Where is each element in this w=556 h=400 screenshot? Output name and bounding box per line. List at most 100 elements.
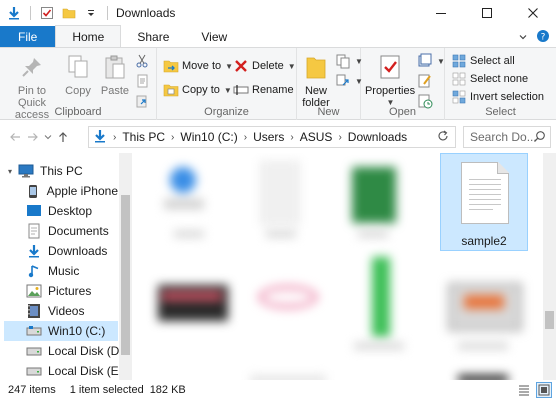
status-bar: 247 items 1 item selected 182 KB — [0, 380, 556, 400]
select-none-button[interactable]: Select none — [451, 69, 528, 89]
minimize-button[interactable] — [418, 0, 464, 26]
new-item-button[interactable]: ▼ — [335, 51, 363, 71]
open-button[interactable]: ▼ — [417, 51, 445, 71]
file-thumbnail[interactable] — [252, 275, 324, 327]
maximize-button[interactable] — [464, 0, 510, 26]
pictures-icon — [26, 283, 42, 299]
properties-button[interactable]: Properties ▼ — [365, 51, 415, 109]
properties-icon — [374, 51, 406, 83]
download-arrow-icon[interactable] — [6, 5, 22, 21]
tab-home[interactable]: Home — [55, 25, 122, 48]
file-list-scroll-thumb[interactable] — [545, 311, 554, 329]
breadcrumb-win10[interactable]: Win10 (C:) — [180, 130, 237, 144]
chevron-right-icon[interactable]: › — [171, 132, 174, 143]
sidebar-item-apple-iphone[interactable]: Apple iPhone — [26, 181, 118, 201]
copy-button[interactable]: Copy — [62, 51, 94, 97]
paste-button[interactable]: Paste — [98, 51, 132, 97]
close-button[interactable] — [510, 0, 556, 26]
file-thumbnail[interactable] — [352, 167, 396, 223]
select-all-button[interactable]: Select all — [451, 51, 515, 71]
documents-icon — [26, 223, 42, 239]
drive-icon — [26, 323, 42, 339]
rename-button[interactable]: Rename — [233, 80, 294, 100]
videos-icon — [26, 303, 42, 319]
chevron-right-icon[interactable]: › — [244, 132, 247, 143]
sidebar-item-pictures[interactable]: Pictures — [26, 281, 118, 301]
tab-file[interactable]: File — [0, 26, 56, 48]
file-label-blurred — [354, 343, 404, 349]
cut-button[interactable] — [134, 51, 150, 71]
breadcrumb-this-pc[interactable]: This PC — [122, 130, 165, 144]
open-group: Properties ▼ ▼ Open — [361, 48, 445, 120]
document-icon — [461, 162, 509, 224]
address-bar[interactable]: › This PC › Win10 (C:) › Users › ASUS › … — [88, 126, 456, 148]
sidebar-item-label: Desktop — [48, 204, 93, 218]
customize-dropdown-icon[interactable] — [83, 5, 99, 21]
details-view-icon — [519, 385, 529, 396]
help-icon[interactable]: ? — [536, 29, 550, 46]
delete-button[interactable]: Delete ▼ — [233, 56, 296, 76]
copy-path-button[interactable] — [134, 71, 150, 91]
chevron-right-icon[interactable]: › — [338, 132, 341, 143]
properties-check-icon[interactable] — [39, 5, 55, 21]
back-button[interactable] — [6, 127, 24, 147]
up-button[interactable] — [54, 127, 72, 147]
sidebar-item-documents[interactable]: Documents — [26, 221, 118, 241]
breadcrumb-asus[interactable]: ASUS — [300, 130, 333, 144]
copy-label: Copy — [65, 85, 91, 97]
sidebar-item-videos[interactable]: Videos — [26, 301, 118, 321]
search-input[interactable]: Search Do... — [463, 126, 551, 148]
tab-view[interactable]: View — [185, 26, 243, 48]
chevron-down-icon[interactable] — [518, 31, 528, 45]
sidebar-item-this-pc[interactable]: ▾ This PC — [8, 161, 118, 181]
sidebar-item-music[interactable]: Music — [26, 261, 118, 281]
invert-selection-button[interactable]: Invert selection — [451, 87, 544, 107]
refresh-button[interactable] — [437, 130, 449, 145]
large-icons-view-button[interactable] — [536, 382, 552, 398]
file-name: sample2 — [461, 234, 507, 248]
new-folder-icon — [300, 51, 332, 83]
recent-locations-button[interactable] — [42, 127, 54, 147]
edit-icon — [417, 73, 433, 89]
select-none-icon — [451, 71, 467, 87]
sidebar-item-local-disk-e[interactable]: Local Disk (E:) — [26, 361, 126, 380]
file-list: sample2 — [132, 153, 543, 380]
sidebar-item-desktop[interactable]: Desktop — [26, 201, 118, 221]
rename-icon — [233, 82, 249, 98]
file-thumbnail[interactable] — [372, 257, 390, 337]
chevron-right-icon[interactable]: › — [290, 132, 293, 143]
sidebar-item-downloads[interactable]: Downloads — [26, 241, 118, 261]
new-folder-button[interactable]: New folder — [299, 51, 333, 109]
sidebar-item-win10[interactable]: Win10 (C:) — [4, 321, 118, 341]
chevron-down-icon[interactable]: ▾ — [8, 167, 12, 176]
sidebar-scrollbar[interactable] — [119, 153, 132, 380]
chevron-right-icon[interactable]: › — [113, 132, 116, 143]
select-all-icon — [451, 53, 467, 69]
file-thumbnail[interactable] — [158, 285, 228, 321]
properties-label: Properties — [364, 85, 416, 97]
forward-button[interactable] — [24, 127, 42, 147]
sidebar-item-label: Music — [48, 264, 80, 278]
file-item-selected[interactable]: sample2 — [440, 153, 528, 251]
arrow-left-icon — [10, 133, 20, 141]
file-thumbnail[interactable] — [448, 283, 522, 331]
drive-icon — [26, 343, 42, 359]
new-group-label: New — [317, 106, 340, 118]
easy-access-button[interactable]: ▼ — [335, 71, 363, 91]
file-thumbnail[interactable] — [162, 163, 206, 217]
tab-share[interactable]: Share — [121, 26, 185, 48]
sidebar-scroll-thumb[interactable] — [121, 195, 130, 355]
new-folder-icon[interactable] — [61, 5, 77, 21]
edit-button[interactable] — [417, 71, 433, 91]
breadcrumb-users[interactable]: Users — [253, 130, 284, 144]
file-list-scrollbar[interactable] — [543, 153, 556, 380]
file-thumbnail[interactable] — [260, 161, 300, 225]
move-to-icon — [163, 58, 179, 74]
move-to-button[interactable]: Move to ▼ — [163, 56, 233, 76]
breadcrumb-downloads[interactable]: Downloads — [348, 130, 407, 144]
sidebar-item-local-disk-d[interactable]: Local Disk (D:) — [26, 341, 127, 361]
details-view-button[interactable] — [516, 382, 532, 398]
view-switcher — [516, 382, 552, 398]
pc-icon — [18, 163, 34, 179]
copy-to-button[interactable]: Copy to ▼ — [163, 80, 232, 100]
